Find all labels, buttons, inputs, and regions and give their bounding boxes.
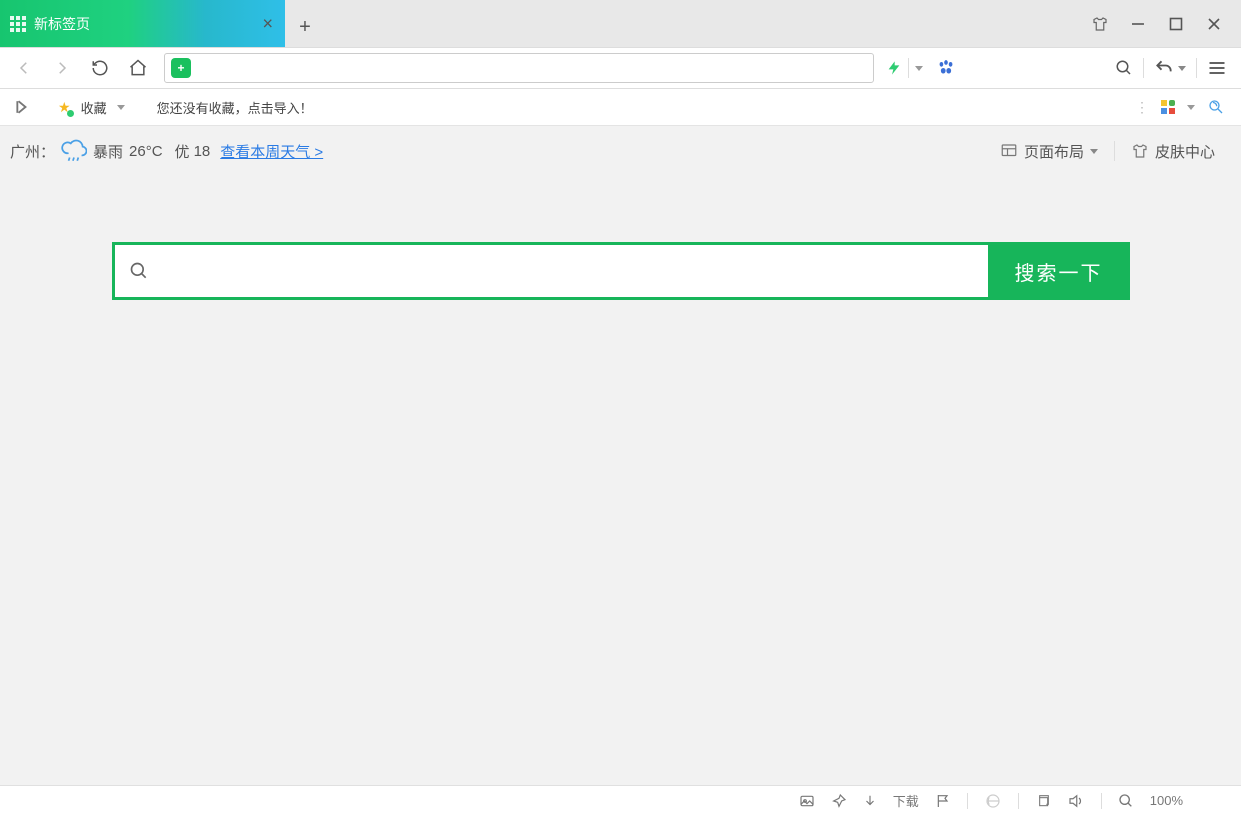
chevron-down-icon[interactable] [1187,105,1195,110]
favorites-label[interactable]: 收藏 [81,98,107,117]
separator [1196,58,1197,78]
tab-close-button[interactable]: × [262,13,273,34]
new-tab-content: 广州： 暴雨 26°C 优 18 查看本周天气 > 页面布局 皮肤中心 [0,126,1241,785]
chevron-down-icon [1090,149,1098,154]
skin-center-button[interactable]: 皮肤中心 [1131,141,1215,162]
window-controls [1089,0,1237,47]
bookmarks-bar: ★ 收藏 您还没有收藏，点击导入！ ⋮ [0,89,1241,126]
zoom-icon[interactable] [1118,793,1134,809]
separator [1114,141,1115,161]
zoom-level[interactable]: 100% [1150,793,1183,808]
main-menu-button[interactable] [1207,58,1227,78]
bookmarks-empty-hint[interactable]: 您还没有收藏，点击导入！ [157,98,313,117]
baidu-paw-icon[interactable] [935,57,957,79]
security-shield-icon[interactable] [171,58,191,78]
nav-back-button[interactable] [8,52,40,84]
tab-strip: 新标签页 × + [0,0,1241,47]
page-layout-button[interactable]: 页面布局 [1000,141,1098,162]
pin-icon[interactable] [831,793,847,809]
inspect-icon[interactable] [1207,98,1225,116]
weather-rain-icon [61,138,87,164]
window-close-button[interactable] [1203,13,1225,35]
wardrobe-icon[interactable] [1089,13,1111,35]
search-input[interactable] [159,262,974,280]
ie-mode-icon[interactable] [984,792,1002,810]
air-quality-value: 18 [194,143,211,160]
url-field-container [164,53,874,83]
skin-center-label: 皮肤中心 [1155,141,1215,162]
weather-condition: 暴雨 [93,141,123,162]
separator [1101,793,1102,809]
flash-bolt-icon[interactable] [886,58,902,78]
dots-vertical-icon[interactable]: ⋮ [1135,99,1149,116]
search-icon [129,261,149,281]
nav-home-button[interactable] [122,52,154,84]
search-input-container [112,242,988,300]
main-search-box: 搜索一下 [112,242,1130,300]
window-minimize-button[interactable] [1127,13,1149,35]
separator [1143,58,1144,78]
tab-title: 新标签页 [34,14,90,34]
weekly-weather-link[interactable]: 查看本周天气 > [220,141,323,162]
mute-icon[interactable] [1067,792,1085,810]
chevron-down-icon [1178,66,1186,71]
address-bar-right [1115,58,1233,78]
separator [967,793,968,809]
restore-window-icon[interactable] [1035,793,1051,809]
window-maximize-button[interactable] [1165,13,1187,35]
status-bar: 下载 100% [0,785,1241,815]
separator [1018,793,1019,809]
bookmarks-toggle-icon[interactable] [16,100,28,114]
page-layout-label: 页面布局 [1024,141,1084,162]
flag-icon[interactable] [935,793,951,809]
extensions-icon[interactable] [1161,100,1175,114]
download-label[interactable]: 下载 [893,791,919,810]
nav-reload-button[interactable] [84,52,116,84]
weather-temperature: 26°C [129,143,163,160]
favorites-star-icon[interactable]: ★ [58,99,71,116]
search-icon[interactable] [1115,59,1133,77]
weather-city: 广州： [10,141,55,162]
new-tab-button[interactable]: + [285,7,325,47]
chevron-down-icon[interactable] [117,105,125,110]
engine-dropdown-icon[interactable] [915,66,923,71]
newtab-page-icon [10,16,26,32]
info-row: 广州： 暴雨 26°C 优 18 查看本周天气 > 页面布局 皮肤中心 [0,126,1241,164]
download-arrow-icon[interactable] [863,793,877,809]
undo-button[interactable] [1154,58,1186,78]
search-submit-button[interactable]: 搜索一下 [988,242,1130,300]
air-quality-label: 优 [175,141,190,162]
nav-forward-button[interactable] [46,52,78,84]
tab-active[interactable]: 新标签页 × [0,0,285,47]
separator [908,58,909,78]
address-bar [0,47,1241,89]
url-input[interactable] [197,61,867,76]
screenshot-icon[interactable] [799,793,815,809]
